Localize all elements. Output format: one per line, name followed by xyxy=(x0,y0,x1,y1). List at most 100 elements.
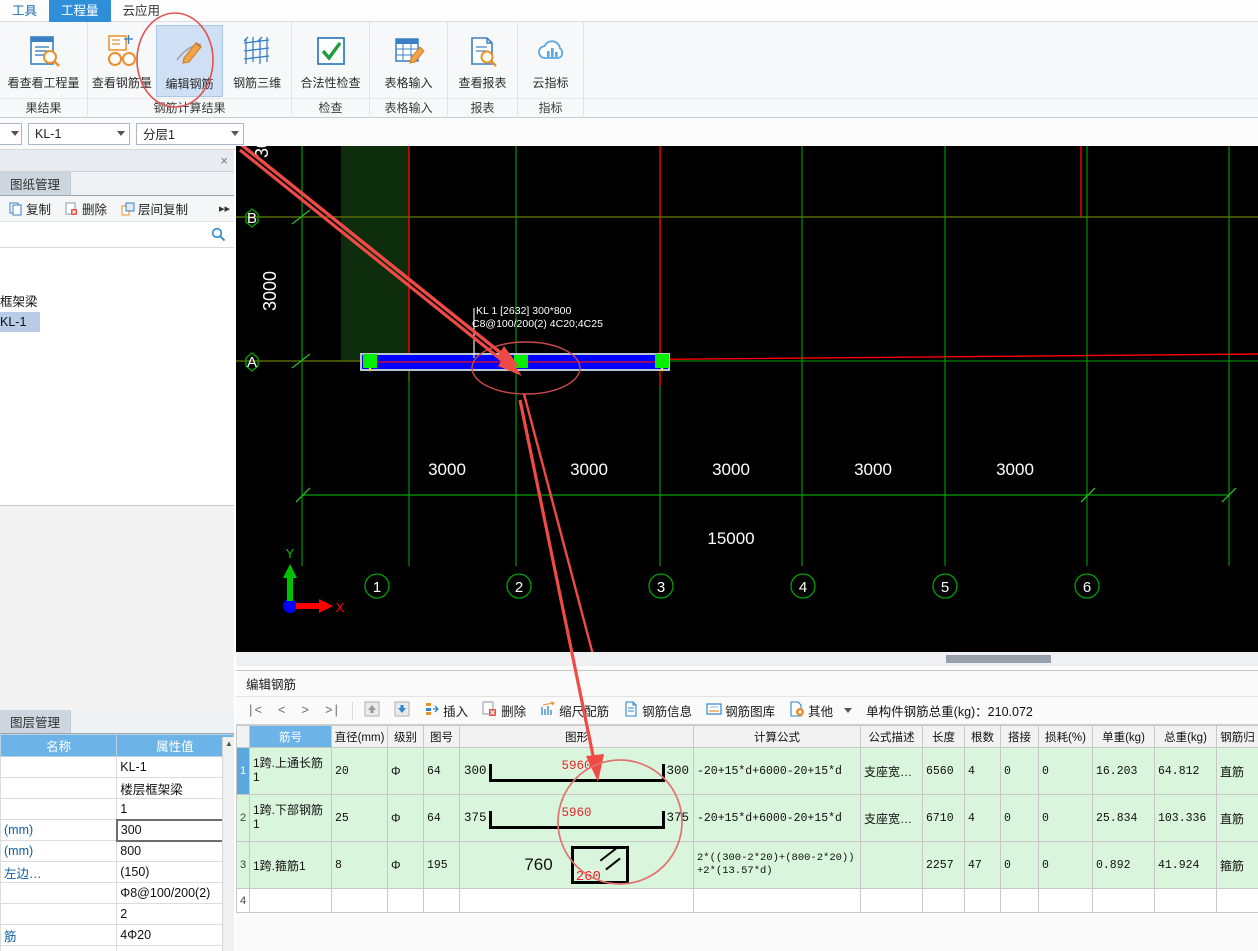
cell-unit-weight[interactable]: 0.892 xyxy=(1092,841,1155,889)
cell-grade[interactable] xyxy=(387,888,424,913)
cell-length[interactable] xyxy=(922,888,965,913)
property-row[interactable]: 2 xyxy=(0,903,234,925)
component-tree[interactable]: 框架梁 KL-1 xyxy=(0,248,234,506)
cell-total-weight[interactable]: 103.336 xyxy=(1154,794,1217,842)
property-value[interactable]: 1 xyxy=(116,798,234,820)
cell-loss[interactable]: 0 xyxy=(1038,747,1093,795)
property-value[interactable]: KL-1 xyxy=(116,756,234,778)
property-row[interactable]: KL-1 xyxy=(0,756,234,778)
col-header-figure-no[interactable]: 图号 xyxy=(423,725,460,748)
property-value-stirrup[interactable]: Φ8@100/200(2) xyxy=(116,882,234,904)
cell-bar-no[interactable] xyxy=(249,888,332,913)
cell-figure-no[interactable]: 195 xyxy=(423,841,460,889)
cell-bar-no[interactable]: 1跨.箍筋1 xyxy=(249,841,332,889)
property-row[interactable]: 筋 4Φ20 xyxy=(0,924,234,946)
cell-lap[interactable] xyxy=(1000,888,1039,913)
cell-total-weight[interactable] xyxy=(1154,888,1217,913)
col-header-formula[interactable]: 计算公式 xyxy=(693,725,861,748)
nav-first-button[interactable]: |< xyxy=(240,704,269,718)
ribbon-button-table-input[interactable]: 表格输入 xyxy=(370,25,447,97)
ribbon-button-rebar-3d[interactable]: 钢筋三维 xyxy=(223,25,291,97)
rebar-library-button[interactable]: 钢筋图库 xyxy=(700,701,781,720)
property-row[interactable]: (mm) 800 xyxy=(0,840,234,862)
cell-formula[interactable]: 2*((300-2*20)+(800-2*20)) +2*(13.57*d) xyxy=(693,841,861,889)
cell-diameter[interactable]: 20 xyxy=(331,747,388,795)
cell-formula[interactable] xyxy=(693,888,861,913)
property-value-width[interactable]: 300 xyxy=(115,818,235,842)
cell-loss[interactable]: 0 xyxy=(1038,841,1093,889)
nav-next-button[interactable]: > xyxy=(295,704,317,718)
menu-item-tools[interactable]: 工具 xyxy=(0,0,49,22)
col-header-category[interactable]: 钢筋归 xyxy=(1216,725,1258,748)
move-down-button[interactable] xyxy=(388,701,416,720)
cell-lap[interactable]: 0 xyxy=(1000,747,1039,795)
cell-formula[interactable]: -20+15*d+6000-20+15*d xyxy=(693,794,861,842)
table-row[interactable]: 3 1跨.箍筋1 8 Φ 195 760 260 2*((300-2*20)+(… xyxy=(236,841,1258,889)
menu-item-cloud-app[interactable]: 云应用 xyxy=(111,0,173,22)
cell-loss[interactable]: 0 xyxy=(1038,794,1093,842)
col-header-lap[interactable]: 搭接 xyxy=(1000,725,1039,748)
rebar-info-button[interactable]: 钢筋信息 xyxy=(617,701,698,720)
cell-diameter[interactable]: 8 xyxy=(331,841,388,889)
move-up-button[interactable] xyxy=(358,701,386,720)
cell-unit-weight[interactable] xyxy=(1092,888,1155,913)
cell-diameter[interactable]: 25 xyxy=(331,794,388,842)
col-header-diameter[interactable]: 直径(mm) xyxy=(331,725,388,748)
cell-diameter[interactable] xyxy=(331,888,388,913)
cell-loss[interactable] xyxy=(1038,888,1093,913)
cell-category[interactable] xyxy=(1216,888,1258,913)
cell-length[interactable]: 6710 xyxy=(922,794,965,842)
cell-unit-weight[interactable]: 25.834 xyxy=(1092,794,1155,842)
cell-lap[interactable]: 0 xyxy=(1000,794,1039,842)
ribbon-button-view-rebar-qty[interactable]: 查看钢筋量 xyxy=(88,25,156,97)
cell-shape[interactable]: 375 5960 375 xyxy=(459,794,694,842)
cell-formula-desc[interactable] xyxy=(860,841,923,889)
cell-count[interactable] xyxy=(964,888,1001,913)
col-header-formula-desc[interactable]: 公式描述 xyxy=(860,725,923,748)
layer-select[interactable]: 分层1 xyxy=(136,122,244,145)
cell-shape[interactable]: 300 5960 300 xyxy=(459,747,694,795)
cell-shape[interactable] xyxy=(459,888,694,913)
cell-length[interactable]: 6560 xyxy=(922,747,965,795)
property-row[interactable]: (mm) 300 xyxy=(0,818,235,842)
property-row[interactable]: 左边… (150) xyxy=(0,861,234,883)
cell-bar-no[interactable]: 1跨.下部钢筋1 xyxy=(249,794,332,842)
scale-rebar-button[interactable]: 缩尺配筋 xyxy=(534,701,615,720)
property-value-bottom-rebar[interactable]: 4Φ25 xyxy=(116,945,234,951)
cell-category[interactable]: 直筋 xyxy=(1216,794,1258,842)
table-row[interactable]: 1 1跨.上通长筋1 20 Φ 64 300 5960 300 -20+15*d… xyxy=(236,747,1258,795)
cad-drawing[interactable]: B A 3000 3000 KL 1 [2632] 300*800 C8@100… xyxy=(236,146,1258,666)
inter-floor-copy-button[interactable]: 层间复制 xyxy=(114,199,195,218)
cell-formula-desc[interactable] xyxy=(860,888,923,913)
cell-count[interactable]: 4 xyxy=(964,747,1001,795)
floor-select[interactable] xyxy=(0,122,22,145)
cell-bar-no[interactable]: 1跨.上通长筋1 xyxy=(249,747,332,795)
member-select[interactable]: KL-1 xyxy=(28,122,130,145)
cell-figure-no[interactable] xyxy=(423,888,460,913)
delete-row-button[interactable]: 删除 xyxy=(476,701,532,720)
table-row[interactable]: 2 1跨.下部钢筋1 25 Φ 64 375 5960 375 -20+15*d… xyxy=(236,794,1258,842)
toolbar-overflow-icon[interactable]: ▸▸ xyxy=(219,202,230,215)
cell-count[interactable]: 4 xyxy=(964,794,1001,842)
cell-grade[interactable]: Φ xyxy=(387,747,424,795)
tree-node-frame-beam[interactable]: 框架梁 xyxy=(0,292,234,312)
ribbon-button-legality-check[interactable]: 合法性检查 xyxy=(292,25,369,97)
tab-layer-management[interactable]: 图层管理 xyxy=(0,710,72,733)
property-row[interactable]: 1 xyxy=(0,798,234,820)
property-value[interactable]: 楼层框架梁 xyxy=(116,777,234,799)
cell-figure-no[interactable]: 64 xyxy=(423,794,460,842)
property-row[interactable]: Φ8@100/200(2) xyxy=(0,882,234,904)
nav-prev-button[interactable]: < xyxy=(271,704,293,718)
cell-total-weight[interactable]: 41.924 xyxy=(1154,841,1217,889)
col-header-shape[interactable]: 图形 xyxy=(459,725,694,748)
property-value-height[interactable]: 800 xyxy=(116,840,234,862)
delete-button[interactable]: 删除 xyxy=(58,199,114,218)
ribbon-button-cloud-index[interactable]: 云指标 xyxy=(518,25,583,97)
col-header-count[interactable]: 根数 xyxy=(964,725,1001,748)
col-header-grade[interactable]: 级别 xyxy=(387,725,424,748)
ribbon-button-view-report[interactable]: 查看报表 xyxy=(448,25,517,97)
cell-lap[interactable]: 0 xyxy=(1000,841,1039,889)
rebar-table[interactable]: 筋号 直径(mm) 级别 图号 图形 计算公式 公式描述 长度 根数 搭接 损耗… xyxy=(236,725,1258,913)
close-icon[interactable]: × xyxy=(220,153,228,168)
cad-canvas[interactable]: B A 3000 3000 KL 1 [2632] 300*800 C8@100… xyxy=(236,146,1258,666)
